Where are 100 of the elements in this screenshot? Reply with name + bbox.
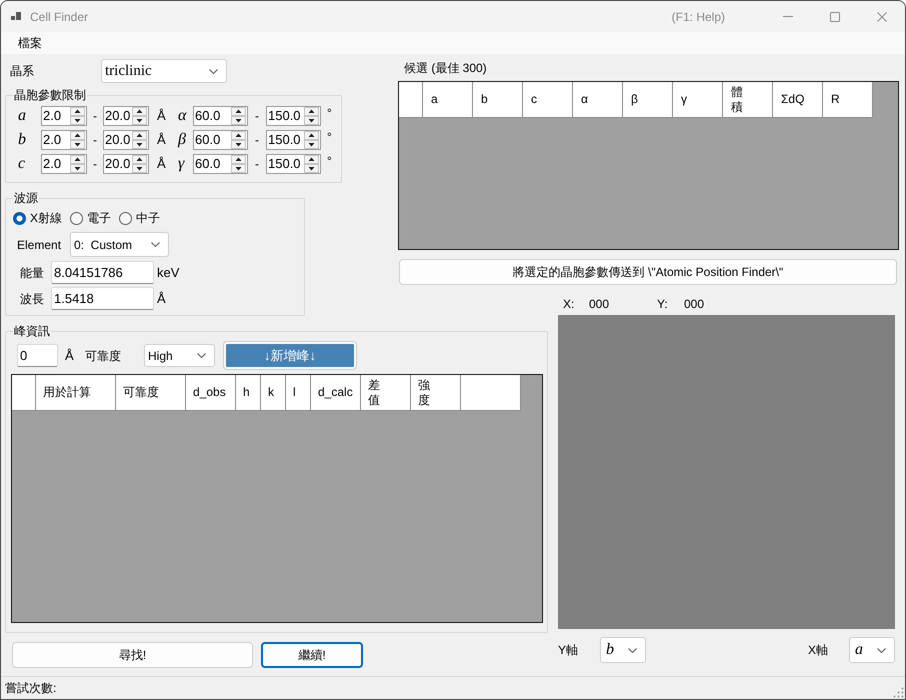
coordinate-label: Y: <box>657 296 668 312</box>
field-label: Element <box>17 236 62 254</box>
app-icon <box>11 12 21 21</box>
coordinate-value: 000 <box>589 296 610 312</box>
field-label: 可靠度 <box>85 348 121 364</box>
window-title: Cell Finder <box>30 8 88 26</box>
spin-box[interactable]: 2.0 <box>41 106 87 126</box>
axis-label: X軸 <box>808 642 828 659</box>
range-dash: - <box>93 108 97 125</box>
column-header[interactable]: d_obs <box>186 375 236 411</box>
unit-label: Å <box>65 346 74 365</box>
axis-label: Y軸 <box>558 642 578 659</box>
spin-box[interactable]: 60.0 <box>193 154 248 174</box>
coordinate-value: 000 <box>684 296 704 312</box>
axis-label: b <box>18 131 26 149</box>
column-header[interactable]: γ <box>673 82 723 118</box>
radio-button[interactable]: 中子 <box>119 209 160 227</box>
spin-box[interactable]: 20.0 <box>103 154 149 174</box>
column-header[interactable]: 可靠度 <box>116 375 186 411</box>
dropdown[interactable]: b <box>600 637 646 663</box>
range-dash: - <box>255 132 259 149</box>
range-dash: - <box>255 156 259 173</box>
column-header[interactable]: h <box>236 375 261 411</box>
column-header[interactable]: b <box>473 82 523 118</box>
column-header[interactable]: 差值 <box>361 375 411 411</box>
spin-box[interactable]: 150.0 <box>266 106 321 126</box>
field-label: 晶系 <box>10 63 34 80</box>
text-field[interactable]: 1.5418 <box>51 287 154 310</box>
dropdown[interactable]: triclinic <box>101 59 227 83</box>
column-header[interactable]: 體積 <box>723 82 773 118</box>
unit-label: Å <box>157 290 166 308</box>
column-header[interactable]: d_calc <box>311 375 361 411</box>
resize-grip-icon[interactable] <box>893 687 904 698</box>
unit-label: Å <box>157 155 166 174</box>
close-icon[interactable] <box>876 12 886 22</box>
radio-button[interactable]: X射線 <box>13 209 62 227</box>
angle-label: γ <box>178 155 184 173</box>
dropdown[interactable]: a <box>849 637 895 663</box>
chevron-down-icon <box>197 353 206 358</box>
axis-label: c <box>18 155 26 173</box>
unit-label: keV <box>157 264 180 282</box>
spin-box[interactable]: 20.0 <box>103 106 149 126</box>
spin-box[interactable]: 20.0 <box>103 130 149 150</box>
column-header[interactable]: 用於計算 <box>36 375 116 411</box>
button[interactable]: 尋找! <box>12 642 253 668</box>
column-header[interactable]: α <box>573 82 623 118</box>
column-header[interactable]: a <box>423 82 473 118</box>
column-header[interactable]: k <box>261 375 286 411</box>
range-dash: - <box>93 156 97 173</box>
unit-label: ° <box>327 106 332 120</box>
spin-box[interactable]: 60.0 <box>193 106 248 126</box>
dropdown[interactable]: High <box>144 344 215 367</box>
range-dash: - <box>255 108 259 125</box>
coordinate-label: X: <box>563 296 574 312</box>
column-header[interactable]: l <box>286 375 311 411</box>
maximize-icon[interactable] <box>830 12 840 22</box>
field-label: 波長 <box>20 290 44 308</box>
text-field[interactable]: 8.04151786 <box>51 261 154 284</box>
dropdown[interactable]: 0: Custom <box>70 232 169 257</box>
corner-header-cell <box>399 82 423 118</box>
chevron-down-icon <box>628 648 637 652</box>
button[interactable]: 將選定的晶胞參數傳送到 \"Atomic Position Finder\" <box>399 259 897 285</box>
minimize-icon[interactable] <box>782 16 792 17</box>
radio-button[interactable]: 電子 <box>70 209 112 227</box>
status-text: 嘗試次數: <box>5 680 56 697</box>
unit-label: Å <box>157 107 166 126</box>
chevron-down-icon <box>209 68 218 74</box>
text-field[interactable]: 0 <box>17 344 58 367</box>
radio-circle-icon[interactable] <box>70 212 84 224</box>
section-title: 候選 (最佳 300) <box>404 61 487 75</box>
unit-label: Å <box>157 131 166 150</box>
angle-label: α <box>178 107 186 125</box>
spin-box[interactable]: 2.0 <box>41 130 87 150</box>
field-label: 能量 <box>20 264 44 282</box>
spin-box[interactable]: 60.0 <box>193 130 248 150</box>
spin-box[interactable]: 150.0 <box>266 130 321 150</box>
range-dash: - <box>93 132 97 149</box>
spin-box[interactable]: 150.0 <box>266 154 321 174</box>
column-header[interactable]: c <box>523 82 573 118</box>
column-header[interactable]: R <box>823 82 873 118</box>
chevron-down-icon <box>151 242 160 247</box>
spin-box[interactable]: 2.0 <box>41 154 87 174</box>
group-title: 晶胞參數限制 <box>13 88 87 103</box>
corner-header-cell <box>12 375 36 411</box>
axis-label: a <box>18 107 26 125</box>
column-header[interactable]: ΣdQ <box>773 82 823 118</box>
menu-item[interactable]: 檔案 <box>11 33 49 53</box>
chevron-down-icon <box>877 648 886 652</box>
radio-circle-icon[interactable] <box>13 212 26 224</box>
button[interactable]: 繼續! <box>261 642 363 668</box>
add-peak-button[interactable]: ↓新增峰↓ <box>224 342 356 369</box>
group-title: 峰資訊 <box>13 324 51 339</box>
angle-label: β <box>178 131 186 149</box>
unit-label: ° <box>327 154 332 168</box>
column-header[interactable]: 強度 <box>411 375 461 411</box>
unit-label: ° <box>327 130 332 144</box>
group-title: 波源 <box>13 191 39 206</box>
help-hint: (F1: Help) <box>672 8 725 26</box>
column-header[interactable]: β <box>623 82 673 118</box>
radio-circle-icon[interactable] <box>119 212 132 224</box>
